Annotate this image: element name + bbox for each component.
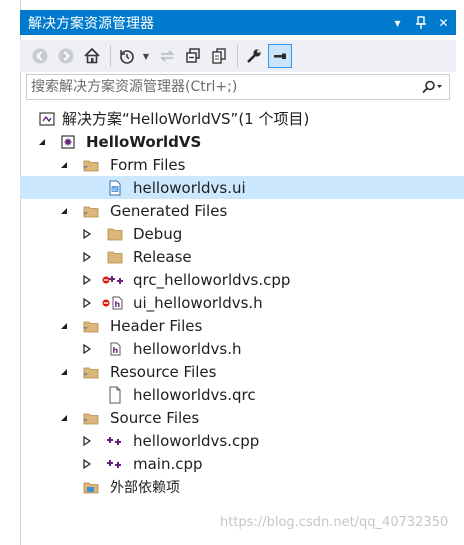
project-label: HelloWorldVS — [86, 132, 202, 151]
search-box — [26, 74, 450, 100]
tree-item-label: helloworldvs.cpp — [133, 431, 260, 450]
dropdown-icon[interactable]: ▾ — [387, 12, 408, 33]
filter-folder-icon — [82, 202, 100, 220]
expanded-arrow-icon[interactable] — [58, 412, 70, 424]
tree-item-file[interactable]: h ui_helloworldvs.h — [20, 291, 464, 314]
folder-icon — [106, 225, 124, 243]
solution-icon — [38, 110, 56, 128]
collapsed-arrow-icon[interactable] — [81, 274, 93, 286]
collapsed-arrow-icon[interactable] — [81, 251, 93, 263]
cpp-file-icon — [106, 455, 124, 473]
tree-item-label: helloworldvs.ui — [133, 178, 246, 197]
history-dropdown-icon[interactable]: ▼ — [141, 52, 151, 61]
tree-item-project[interactable]: HelloWorldVS — [20, 130, 464, 153]
tree-item-file-selected[interactable]: ui helloworldvs.ui — [20, 176, 464, 199]
sync-icon[interactable] — [155, 44, 179, 68]
toolbar: ▼ — [20, 40, 456, 72]
tree-item-folder[interactable]: Resource Files — [20, 360, 464, 383]
panel-title: 解决方案资源管理器 — [28, 15, 154, 32]
tree-item-file[interactable]: h helloworldvs.h — [20, 337, 464, 360]
expanded-arrow-icon[interactable] — [36, 136, 48, 148]
history-icon[interactable] — [115, 44, 139, 68]
external-dependencies-icon — [82, 478, 100, 496]
expanded-arrow-icon[interactable] — [58, 320, 70, 332]
close-icon[interactable]: ✕ — [433, 12, 454, 33]
preview-icon[interactable] — [268, 44, 292, 68]
tree-item-folder[interactable]: Header Files — [20, 314, 464, 337]
tree-item-label: helloworldvs.qrc — [133, 385, 256, 404]
properties-icon[interactable] — [242, 44, 266, 68]
watermark: https://blog.csdn.net/qq_40732350 — [220, 515, 449, 530]
solution-label: 解决方案“HelloWorldVS”(1 个项目) — [62, 110, 310, 128]
filter-folder-icon — [82, 409, 100, 427]
tree-item-label: ui_helloworldvs.h — [133, 293, 263, 312]
collapse-all-icon[interactable] — [181, 44, 205, 68]
home-icon[interactable] — [80, 44, 104, 68]
tree-item-label: Debug — [133, 224, 183, 243]
tree-item-label: helloworldvs.h — [133, 339, 242, 358]
forward-icon[interactable] — [54, 44, 78, 68]
svg-text:h: h — [115, 300, 121, 309]
generic-file-icon — [106, 386, 124, 404]
tree-item-external-dependencies[interactable]: 外部依赖项 — [20, 475, 464, 498]
tree-item-folder[interactable]: Source Files — [20, 406, 464, 429]
tree-item-label: Header Files — [110, 316, 203, 335]
cpp-file-icon — [108, 271, 126, 289]
expanded-arrow-icon[interactable] — [58, 366, 70, 378]
project-icon — [59, 133, 77, 151]
svg-text:h: h — [113, 346, 119, 355]
expanded-arrow-icon[interactable] — [58, 159, 70, 171]
tree-item-label: 外部依赖项 — [110, 479, 180, 496]
back-icon[interactable] — [28, 44, 52, 68]
filter-folder-icon — [82, 363, 100, 381]
search-icon[interactable] — [415, 80, 449, 94]
collapsed-arrow-icon[interactable] — [81, 343, 93, 355]
tree-item-label: qrc_helloworldvs.cpp — [133, 270, 291, 289]
tree-item-label: Generated Files — [110, 201, 228, 220]
tree-item-file[interactable]: helloworldvs.qrc — [20, 383, 464, 406]
tree-item-folder[interactable]: Debug — [20, 222, 464, 245]
tree-item-solution[interactable]: 解决方案“HelloWorldVS”(1 个项目) — [20, 107, 464, 130]
copy-icon[interactable] — [207, 44, 231, 68]
ui-file-icon: ui — [106, 179, 124, 197]
pin-icon[interactable] — [410, 12, 431, 33]
tree-item-label: main.cpp — [133, 454, 203, 473]
folder-icon — [106, 248, 124, 266]
header-file-icon: h — [108, 294, 126, 312]
collapsed-arrow-icon[interactable] — [81, 435, 93, 447]
tree-item-folder[interactable]: Form Files — [20, 153, 464, 176]
search-input[interactable] — [27, 78, 415, 96]
toolbar-separator — [110, 45, 111, 67]
svg-text:ui: ui — [112, 187, 117, 193]
title-bar: 解决方案资源管理器 ▾ ✕ — [20, 10, 456, 35]
tree-item-label: Form Files — [110, 155, 186, 174]
collapsed-arrow-icon[interactable] — [81, 228, 93, 240]
expanded-arrow-icon[interactable] — [58, 205, 70, 217]
filter-folder-icon — [82, 156, 100, 174]
tree-item-label: Release — [133, 247, 192, 266]
tree-item-file[interactable]: helloworldvs.cpp — [20, 429, 464, 452]
tree-item-file[interactable]: qrc_helloworldvs.cpp — [20, 268, 464, 291]
header-file-icon: h — [106, 340, 124, 358]
tree-item-folder[interactable]: Release — [20, 245, 464, 268]
toolbar-separator — [237, 45, 238, 67]
tree-item-file[interactable]: main.cpp — [20, 452, 464, 475]
collapsed-arrow-icon[interactable] — [81, 297, 93, 309]
tree-item-folder[interactable]: Generated Files — [20, 199, 464, 222]
tree-item-label: Resource Files — [110, 362, 217, 381]
tree-item-label: Source Files — [110, 408, 200, 427]
collapsed-arrow-icon[interactable] — [81, 458, 93, 470]
cpp-file-icon — [106, 432, 124, 450]
filter-folder-icon — [82, 317, 100, 335]
